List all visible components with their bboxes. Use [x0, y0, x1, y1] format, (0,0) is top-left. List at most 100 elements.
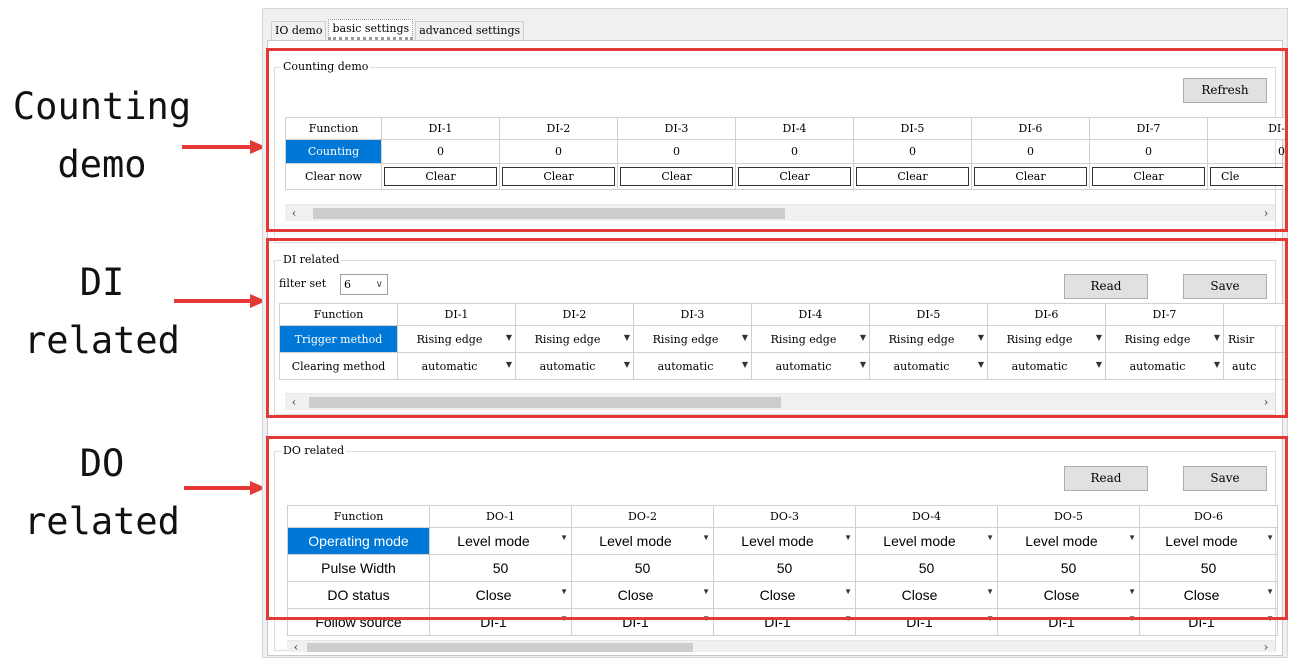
pulse-width-cell[interactable]: 50: [1139, 554, 1278, 582]
trigger-method-select[interactable]: Rising edge ▼: [753, 332, 869, 346]
clearing-method-select[interactable]: automatic ▼: [989, 360, 1105, 373]
follow-source-select[interactable]: DI-1 ▼: [1141, 614, 1277, 630]
count-cell[interactable]: 0: [735, 139, 854, 164]
counting-header-row: Function DI-1 DI-2 DI-3 DI-4 DI-5 DI-6 D…: [285, 117, 1286, 140]
trigger-method-select[interactable]: Rising edge ▼: [989, 333, 1105, 346]
scroll-thumb[interactable]: [313, 208, 785, 219]
pulse-width-cell[interactable]: 50: [429, 554, 572, 582]
tab-basic-settings[interactable]: basic settings: [328, 19, 414, 40]
clear-button[interactable]: Clear: [856, 167, 969, 186]
column-header: DO-6: [1139, 505, 1278, 528]
row-header-counting[interactable]: Counting: [285, 139, 382, 164]
chevron-left-icon[interactable]: ‹: [287, 205, 301, 222]
filter-set-label: filter set: [279, 277, 327, 290]
clear-button[interactable]: Clear: [738, 167, 851, 186]
clear-button[interactable]: Cle: [1210, 167, 1283, 186]
combo-value: automatic: [775, 359, 832, 373]
combo-value: automatic: [1129, 359, 1186, 373]
do-read-button[interactable]: Read: [1064, 466, 1148, 491]
chevron-left-icon[interactable]: ‹: [289, 641, 303, 653]
count-cell[interactable]: 0: [853, 139, 972, 164]
filter-set-select[interactable]: 6 ∨: [340, 274, 388, 295]
count-cell[interactable]: 0: [1089, 139, 1208, 164]
counting-scrollbar[interactable]: ‹ ›: [285, 204, 1275, 221]
trigger-method-select[interactable]: Rising edge ▼: [517, 333, 633, 346]
column-header: DI-5: [853, 117, 972, 140]
di-scrollbar[interactable]: ‹ ›: [285, 393, 1275, 410]
chevron-right-icon[interactable]: ›: [1259, 205, 1273, 222]
pulse-width-cell[interactable]: 50: [571, 554, 714, 582]
operating-mode-select[interactable]: Level mode ▼: [1141, 533, 1277, 549]
combo-value: Rising edge: [770, 332, 837, 346]
operating-mode-select[interactable]: Level mode ▼: [857, 533, 997, 549]
scroll-thumb[interactable]: [307, 643, 693, 652]
clearing-method-select[interactable]: automatic ▼: [399, 360, 515, 373]
combo-value: Close: [1183, 587, 1220, 603]
di-save-button[interactable]: Save: [1183, 274, 1267, 299]
scroll-thumb[interactable]: [309, 397, 781, 408]
tab-io-demo[interactable]: IO demo: [271, 21, 327, 40]
column-header: DI-5: [869, 303, 988, 326]
column-header: Function: [279, 303, 398, 326]
di-read-button[interactable]: Read: [1064, 274, 1148, 299]
combo-value: Close: [901, 587, 938, 603]
combo-value: DI-1: [906, 614, 933, 630]
count-cell[interactable]: 0: [381, 139, 500, 164]
do-status-select[interactable]: Close ▼: [715, 587, 855, 603]
clearing-method-select[interactable]: automatic ▼: [753, 359, 869, 373]
follow-source-select[interactable]: DI-1 ▼: [999, 614, 1139, 630]
operating-mode-select[interactable]: Level mode ▼: [573, 533, 713, 549]
trigger-method-cell-partial[interactable]: Risir: [1223, 325, 1286, 353]
operating-mode-select[interactable]: Level mode ▼: [715, 533, 855, 549]
follow-source-select[interactable]: DI-1 ▼: [857, 614, 997, 630]
follow-source-select[interactable]: DI-1 ▼: [431, 614, 571, 630]
do-save-button[interactable]: Save: [1183, 466, 1267, 491]
do-status-select[interactable]: Close ▼: [999, 587, 1139, 603]
chevron-left-icon[interactable]: ‹: [287, 394, 301, 411]
column-header: DI-: [1207, 117, 1286, 140]
count-cell[interactable]: 0: [499, 139, 618, 164]
operating-mode-select[interactable]: Level mode ▼: [431, 533, 571, 549]
chevron-right-icon[interactable]: ›: [1259, 394, 1273, 411]
count-cell[interactable]: 0: [1207, 139, 1286, 164]
clearing-method-cell-partial[interactable]: autc: [1223, 352, 1286, 380]
refresh-button[interactable]: Refresh: [1183, 78, 1267, 103]
column-header: DI-3: [617, 117, 736, 140]
row-header-operating-mode[interactable]: Operating mode: [287, 527, 430, 555]
follow-source-select[interactable]: DI-1 ▼: [573, 614, 713, 630]
pulse-width-cell[interactable]: 50: [855, 554, 998, 582]
trigger-method-select[interactable]: Rising edge ▼: [635, 333, 751, 346]
clear-button[interactable]: Clear: [620, 167, 733, 186]
do-scrollbar[interactable]: ‹ ›: [287, 640, 1275, 653]
clear-button[interactable]: Clear: [502, 167, 615, 186]
clearing-method-select[interactable]: automatic ▼: [517, 360, 633, 373]
caret-down-icon: ▼: [986, 533, 994, 542]
clearing-method-select[interactable]: automatic ▼: [871, 360, 987, 373]
filter-set-value: 6: [344, 278, 351, 291]
clearing-method-select[interactable]: automatic ▼: [1107, 359, 1223, 373]
do-status-select[interactable]: Close ▼: [573, 587, 713, 603]
tab-advanced-settings[interactable]: advanced settings: [415, 21, 525, 40]
trigger-method-select[interactable]: Rising edge ▼: [399, 333, 515, 346]
follow-source-select[interactable]: DI-1 ▼: [715, 614, 855, 630]
operating-mode-select[interactable]: Level mode ▼: [999, 533, 1139, 549]
clearing-method-select[interactable]: automatic ▼: [635, 360, 751, 373]
clear-button[interactable]: Clear: [1092, 167, 1205, 186]
trigger-method-select[interactable]: Rising edge ▼: [1107, 333, 1223, 346]
chevron-down-icon: ∨: [375, 279, 383, 290]
do-status-select[interactable]: Close ▼: [1141, 587, 1277, 603]
do-status-select[interactable]: Close ▼: [857, 587, 997, 603]
count-cell[interactable]: 0: [971, 139, 1090, 164]
combo-value: Level mode: [883, 533, 956, 549]
row-header-trigger-method[interactable]: Trigger method: [279, 325, 398, 353]
clear-button[interactable]: Clear: [974, 167, 1087, 186]
pulse-width-cell[interactable]: 50: [713, 554, 856, 582]
chevron-right-icon[interactable]: ›: [1259, 641, 1273, 653]
column-header: [1223, 303, 1286, 326]
caret-down-icon: ▼: [977, 332, 984, 342]
trigger-method-select[interactable]: Rising edge ▼: [871, 332, 987, 346]
count-cell[interactable]: 0: [617, 139, 736, 164]
clear-button[interactable]: Clear: [384, 167, 497, 186]
do-status-select[interactable]: Close ▼: [431, 587, 571, 603]
pulse-width-cell[interactable]: 50: [997, 554, 1140, 582]
